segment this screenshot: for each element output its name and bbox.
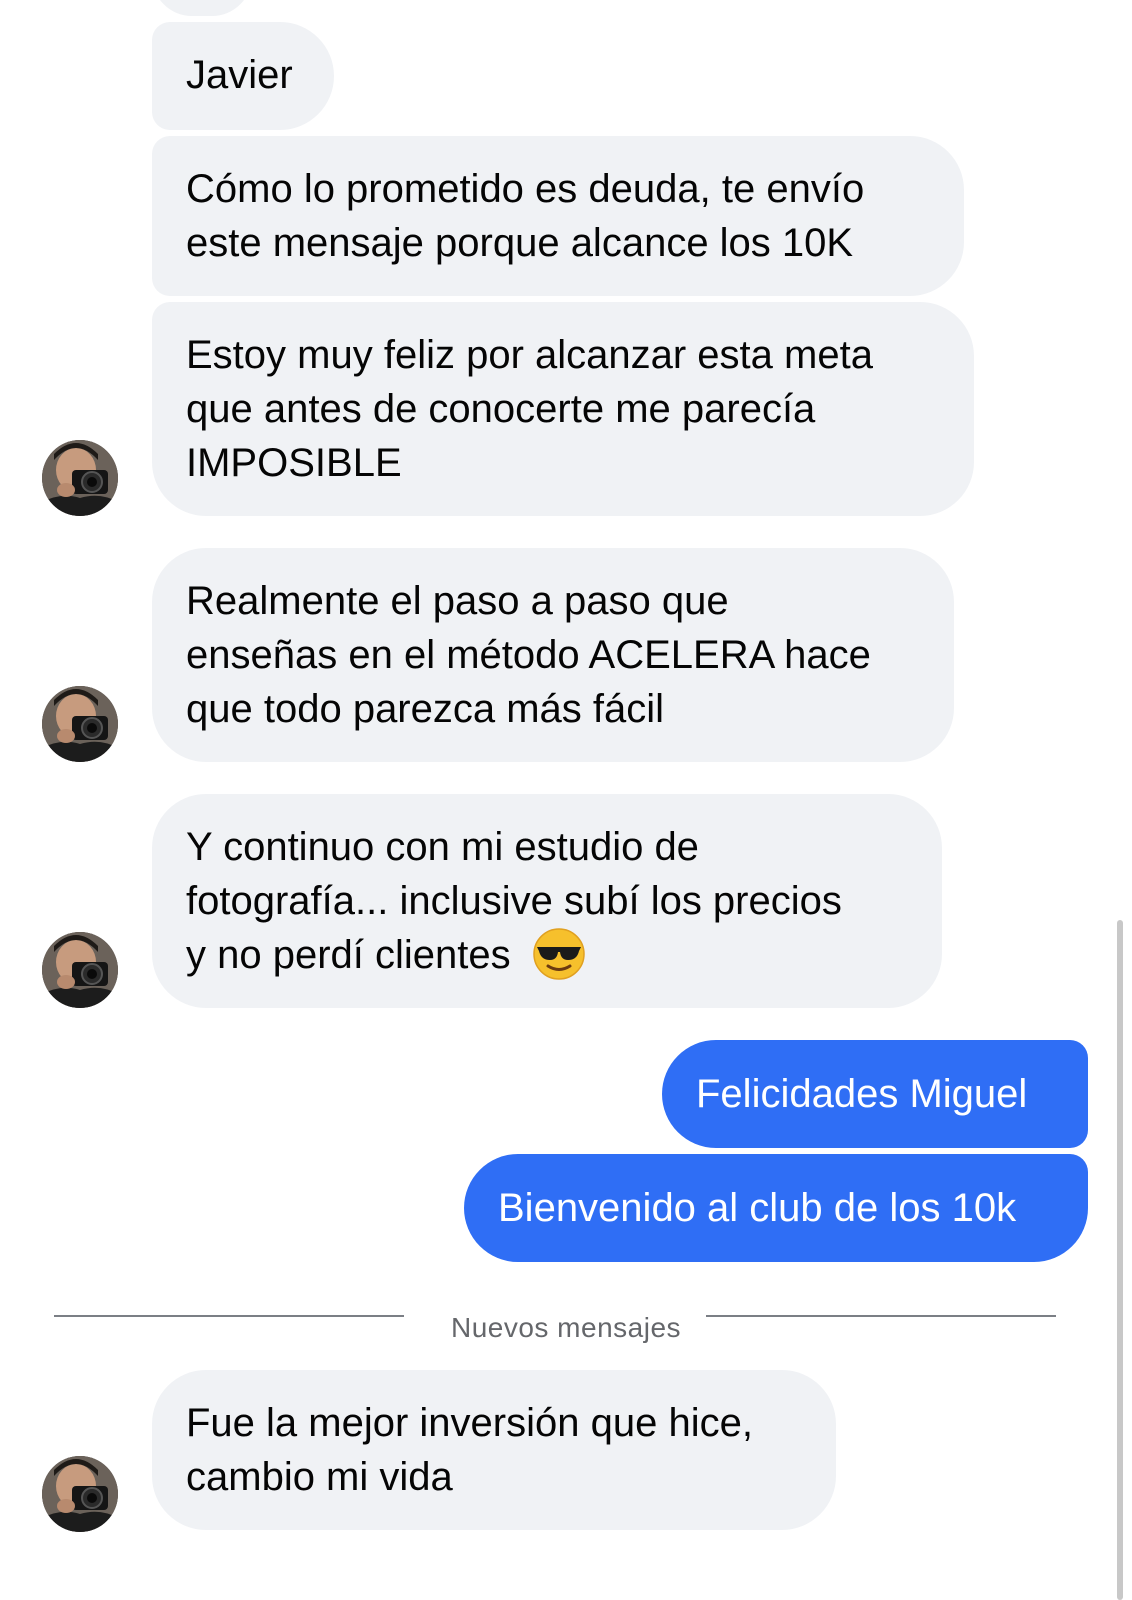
sunglasses-face-icon bbox=[533, 928, 585, 981]
scrollbar-thumb[interactable] bbox=[1117, 920, 1123, 1600]
sender-avatar[interactable] bbox=[42, 932, 118, 1008]
sender-avatar[interactable] bbox=[42, 440, 118, 516]
message-text: Realmente el paso a paso que bbox=[186, 579, 729, 623]
message-bubble[interactable]: Fue la mejor inversión que hice, cambio … bbox=[152, 1370, 836, 1530]
message-text: que antes de conocerte me parecía bbox=[186, 387, 816, 431]
divider-line-left bbox=[54, 1315, 404, 1317]
message-text: Estoy muy feliz por alcanzar esta meta bbox=[186, 333, 873, 377]
message-text: Bienvenido al club de los 10k bbox=[498, 1186, 1017, 1230]
message-text: y no perdí clientes bbox=[186, 933, 511, 977]
message-text: Cómo lo prometido es deuda, te envío bbox=[186, 167, 865, 211]
message-text: Y continuo con mi estudio de bbox=[186, 825, 699, 869]
photographer-avatar-icon bbox=[42, 440, 118, 516]
photographer-avatar-icon bbox=[42, 932, 118, 1008]
message-text: IMPOSIBLE bbox=[186, 441, 402, 485]
message-text: Javier bbox=[186, 53, 293, 97]
photographer-avatar-icon bbox=[42, 1456, 118, 1532]
sender-avatar[interactable] bbox=[42, 686, 118, 762]
message-bubble[interactable]: Javier bbox=[152, 22, 334, 130]
partial-message-bubble bbox=[152, 0, 252, 16]
photographer-avatar-icon bbox=[42, 686, 118, 762]
message-text: fotografía... inclusive subí los precios bbox=[186, 879, 842, 923]
message-bubble[interactable]: Realmente el paso a paso que enseñas en … bbox=[152, 548, 954, 762]
message-text: que todo parezca más fácil bbox=[186, 687, 665, 731]
divider-line-right bbox=[706, 1315, 1056, 1317]
message-bubble[interactable]: Cómo lo prometido es deuda, te envío est… bbox=[152, 136, 964, 296]
new-messages-divider-label: Nuevos mensajes bbox=[450, 1312, 682, 1343]
sent-message-bubble[interactable]: Bienvenido al club de los 10k bbox=[464, 1154, 1088, 1262]
message-bubble[interactable]: Y continuo con mi estudio de fotografía.… bbox=[152, 794, 942, 1008]
sent-message-bubble[interactable]: Felicidades Miguel bbox=[662, 1040, 1088, 1148]
message-text: este mensaje porque alcance los 10K bbox=[186, 221, 854, 265]
sender-avatar[interactable] bbox=[42, 1456, 118, 1532]
message-text: cambio mi vida bbox=[186, 1455, 453, 1499]
message-text: Felicidades Miguel bbox=[696, 1072, 1028, 1116]
message-text: Fue la mejor inversión que hice, bbox=[186, 1401, 753, 1445]
message-text: enseñas en el método ACELERA hace bbox=[186, 633, 871, 677]
message-bubble[interactable]: Estoy muy feliz por alcanzar esta meta q… bbox=[152, 302, 974, 516]
